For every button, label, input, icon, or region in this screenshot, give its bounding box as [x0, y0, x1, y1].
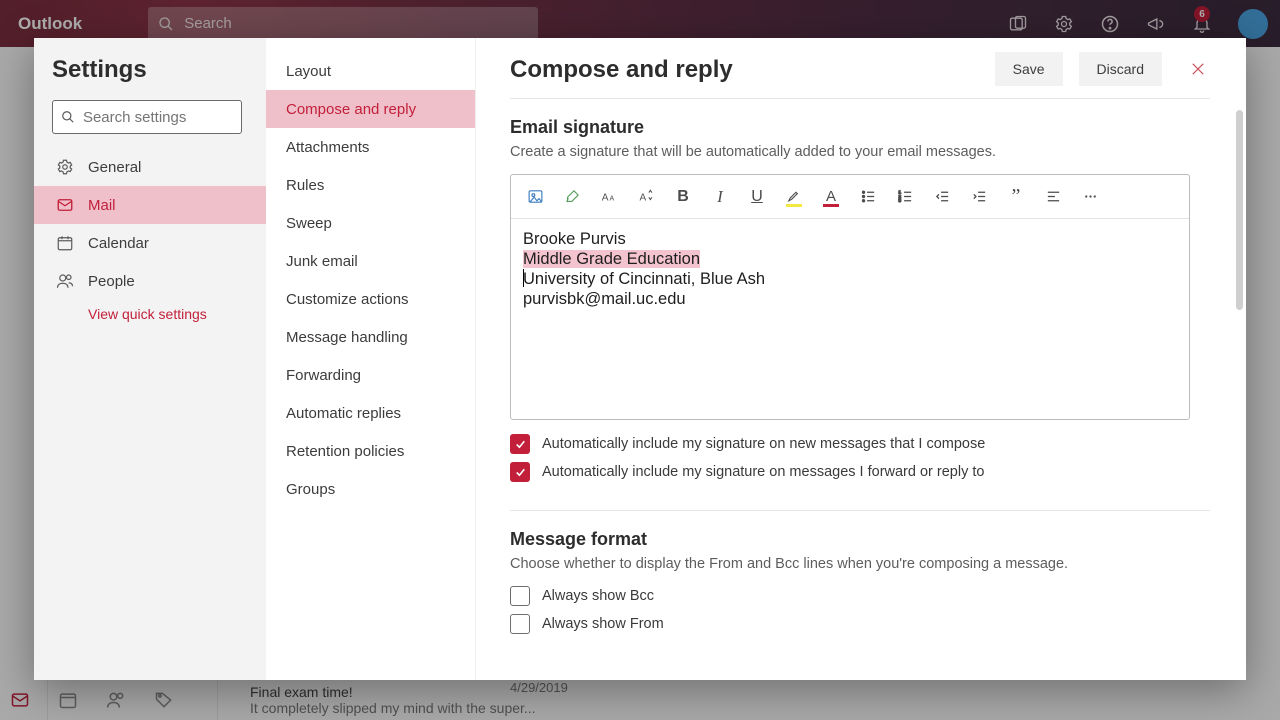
settings-content-panel: Compose and reply Save Discard Email sig… [476, 38, 1246, 680]
subnav-layout[interactable]: Layout [266, 52, 475, 90]
always-show-bcc-row: Always show Bcc [510, 586, 1210, 606]
search-settings-input[interactable] [83, 109, 233, 126]
category-people[interactable]: People [34, 262, 266, 300]
format-painter-icon[interactable] [554, 179, 590, 215]
font-case-icon[interactable]: AA [591, 179, 627, 215]
italic-icon[interactable]: I [702, 179, 738, 215]
subnav-forwarding[interactable]: Forwarding [266, 356, 475, 394]
svg-text:A: A [639, 192, 646, 203]
subnav-rules[interactable]: Rules [266, 166, 475, 204]
settings-title: Settings [52, 56, 256, 84]
numbering-icon[interactable]: 123 [887, 179, 923, 215]
signature-textarea[interactable]: Brooke Purvis Middle Grade Education Uni… [511, 219, 1189, 419]
signature-editor: AA A B I U A 123 ” Brooke Purvis Middle … [510, 174, 1190, 420]
top-actions: Save Discard [995, 52, 1218, 86]
category-label: General [88, 159, 141, 176]
check-icon [514, 466, 527, 479]
include-sig-reply-checkbox[interactable] [510, 462, 530, 482]
signature-line2: Middle Grade Education [523, 250, 700, 268]
message-format-heading: Message format [510, 529, 1210, 550]
close-button[interactable] [1178, 52, 1218, 86]
include-sig-reply-label: Automatically include my signature on me… [542, 464, 984, 480]
divider [510, 510, 1210, 511]
view-quick-settings-link[interactable]: View quick settings [52, 306, 256, 322]
signature-toolbar: AA A B I U A 123 ” [511, 175, 1189, 219]
indent-icon[interactable] [961, 179, 997, 215]
category-mail[interactable]: Mail [34, 186, 266, 224]
subnav-compose-reply[interactable]: Compose and reply [266, 90, 475, 128]
subnav-automatic-replies[interactable]: Automatic replies [266, 394, 475, 432]
settings-subnav-panel: Layout Compose and reply Attachments Rul… [266, 38, 476, 680]
svg-text:A: A [601, 192, 608, 203]
more-icon[interactable] [1072, 179, 1108, 215]
category-list: General Mail Calendar People [52, 148, 256, 300]
bold-icon[interactable]: B [665, 179, 701, 215]
mail-icon [56, 196, 74, 214]
email-signature-desc: Create a signature that will be automati… [510, 144, 1210, 160]
search-icon [61, 109, 75, 125]
discard-button[interactable]: Discard [1079, 52, 1162, 86]
signature-line1: Brooke Purvis [523, 229, 1177, 249]
subnav-groups[interactable]: Groups [266, 470, 475, 508]
subnav-retention-policies[interactable]: Retention policies [266, 432, 475, 470]
subnav-customize-actions[interactable]: Customize actions [266, 280, 475, 318]
always-show-bcc-checkbox[interactable] [510, 586, 530, 606]
outdent-icon[interactable] [924, 179, 960, 215]
font-size-icon[interactable]: A [628, 179, 664, 215]
category-label: Mail [88, 197, 116, 214]
settings-categories-panel: Settings General Mail Calendar People [34, 38, 266, 680]
subnav-junk-email[interactable]: Junk email [266, 242, 475, 280]
subnav-attachments[interactable]: Attachments [266, 128, 475, 166]
scrollbar[interactable] [1236, 110, 1243, 310]
email-signature-heading: Email signature [510, 117, 1210, 138]
gear-icon [56, 158, 74, 176]
category-label: Calendar [88, 235, 149, 252]
category-general[interactable]: General [34, 148, 266, 186]
include-sig-new-row: Automatically include my signature on ne… [510, 434, 1210, 454]
category-label: People [88, 273, 135, 290]
align-icon[interactable] [1035, 179, 1071, 215]
quote-icon[interactable]: ” [998, 179, 1034, 215]
include-sig-new-label: Automatically include my signature on ne… [542, 436, 985, 452]
svg-text:3: 3 [898, 198, 901, 204]
subnav-sweep[interactable]: Sweep [266, 204, 475, 242]
search-settings[interactable] [52, 100, 242, 134]
always-show-from-label: Always show From [542, 616, 664, 632]
always-show-bcc-label: Always show Bcc [542, 588, 654, 604]
highlight-icon[interactable] [776, 179, 812, 215]
subnav-list: Layout Compose and reply Attachments Rul… [266, 52, 475, 508]
subnav-message-handling[interactable]: Message handling [266, 318, 475, 356]
close-icon [1189, 60, 1207, 78]
bullets-icon[interactable] [850, 179, 886, 215]
always-show-from-checkbox[interactable] [510, 614, 530, 634]
check-icon [514, 438, 527, 451]
settings-modal: Settings General Mail Calendar People [34, 38, 1246, 680]
calendar-icon [56, 234, 74, 252]
save-button[interactable]: Save [995, 52, 1063, 86]
people-icon [56, 272, 74, 290]
message-format-desc: Choose whether to display the From and B… [510, 556, 1210, 572]
divider [510, 98, 1210, 99]
always-show-from-row: Always show From [510, 614, 1210, 634]
category-calendar[interactable]: Calendar [34, 224, 266, 262]
include-sig-reply-row: Automatically include my signature on me… [510, 462, 1210, 482]
font-color-icon[interactable]: A [813, 179, 849, 215]
underline-icon[interactable]: U [739, 179, 775, 215]
image-icon[interactable] [517, 179, 553, 215]
signature-line4: purvisbk@mail.uc.edu [523, 289, 1177, 309]
svg-text:A: A [609, 195, 614, 202]
include-sig-new-checkbox[interactable] [510, 434, 530, 454]
signature-line3: University of Cincinnati, Blue Ash [523, 270, 765, 288]
